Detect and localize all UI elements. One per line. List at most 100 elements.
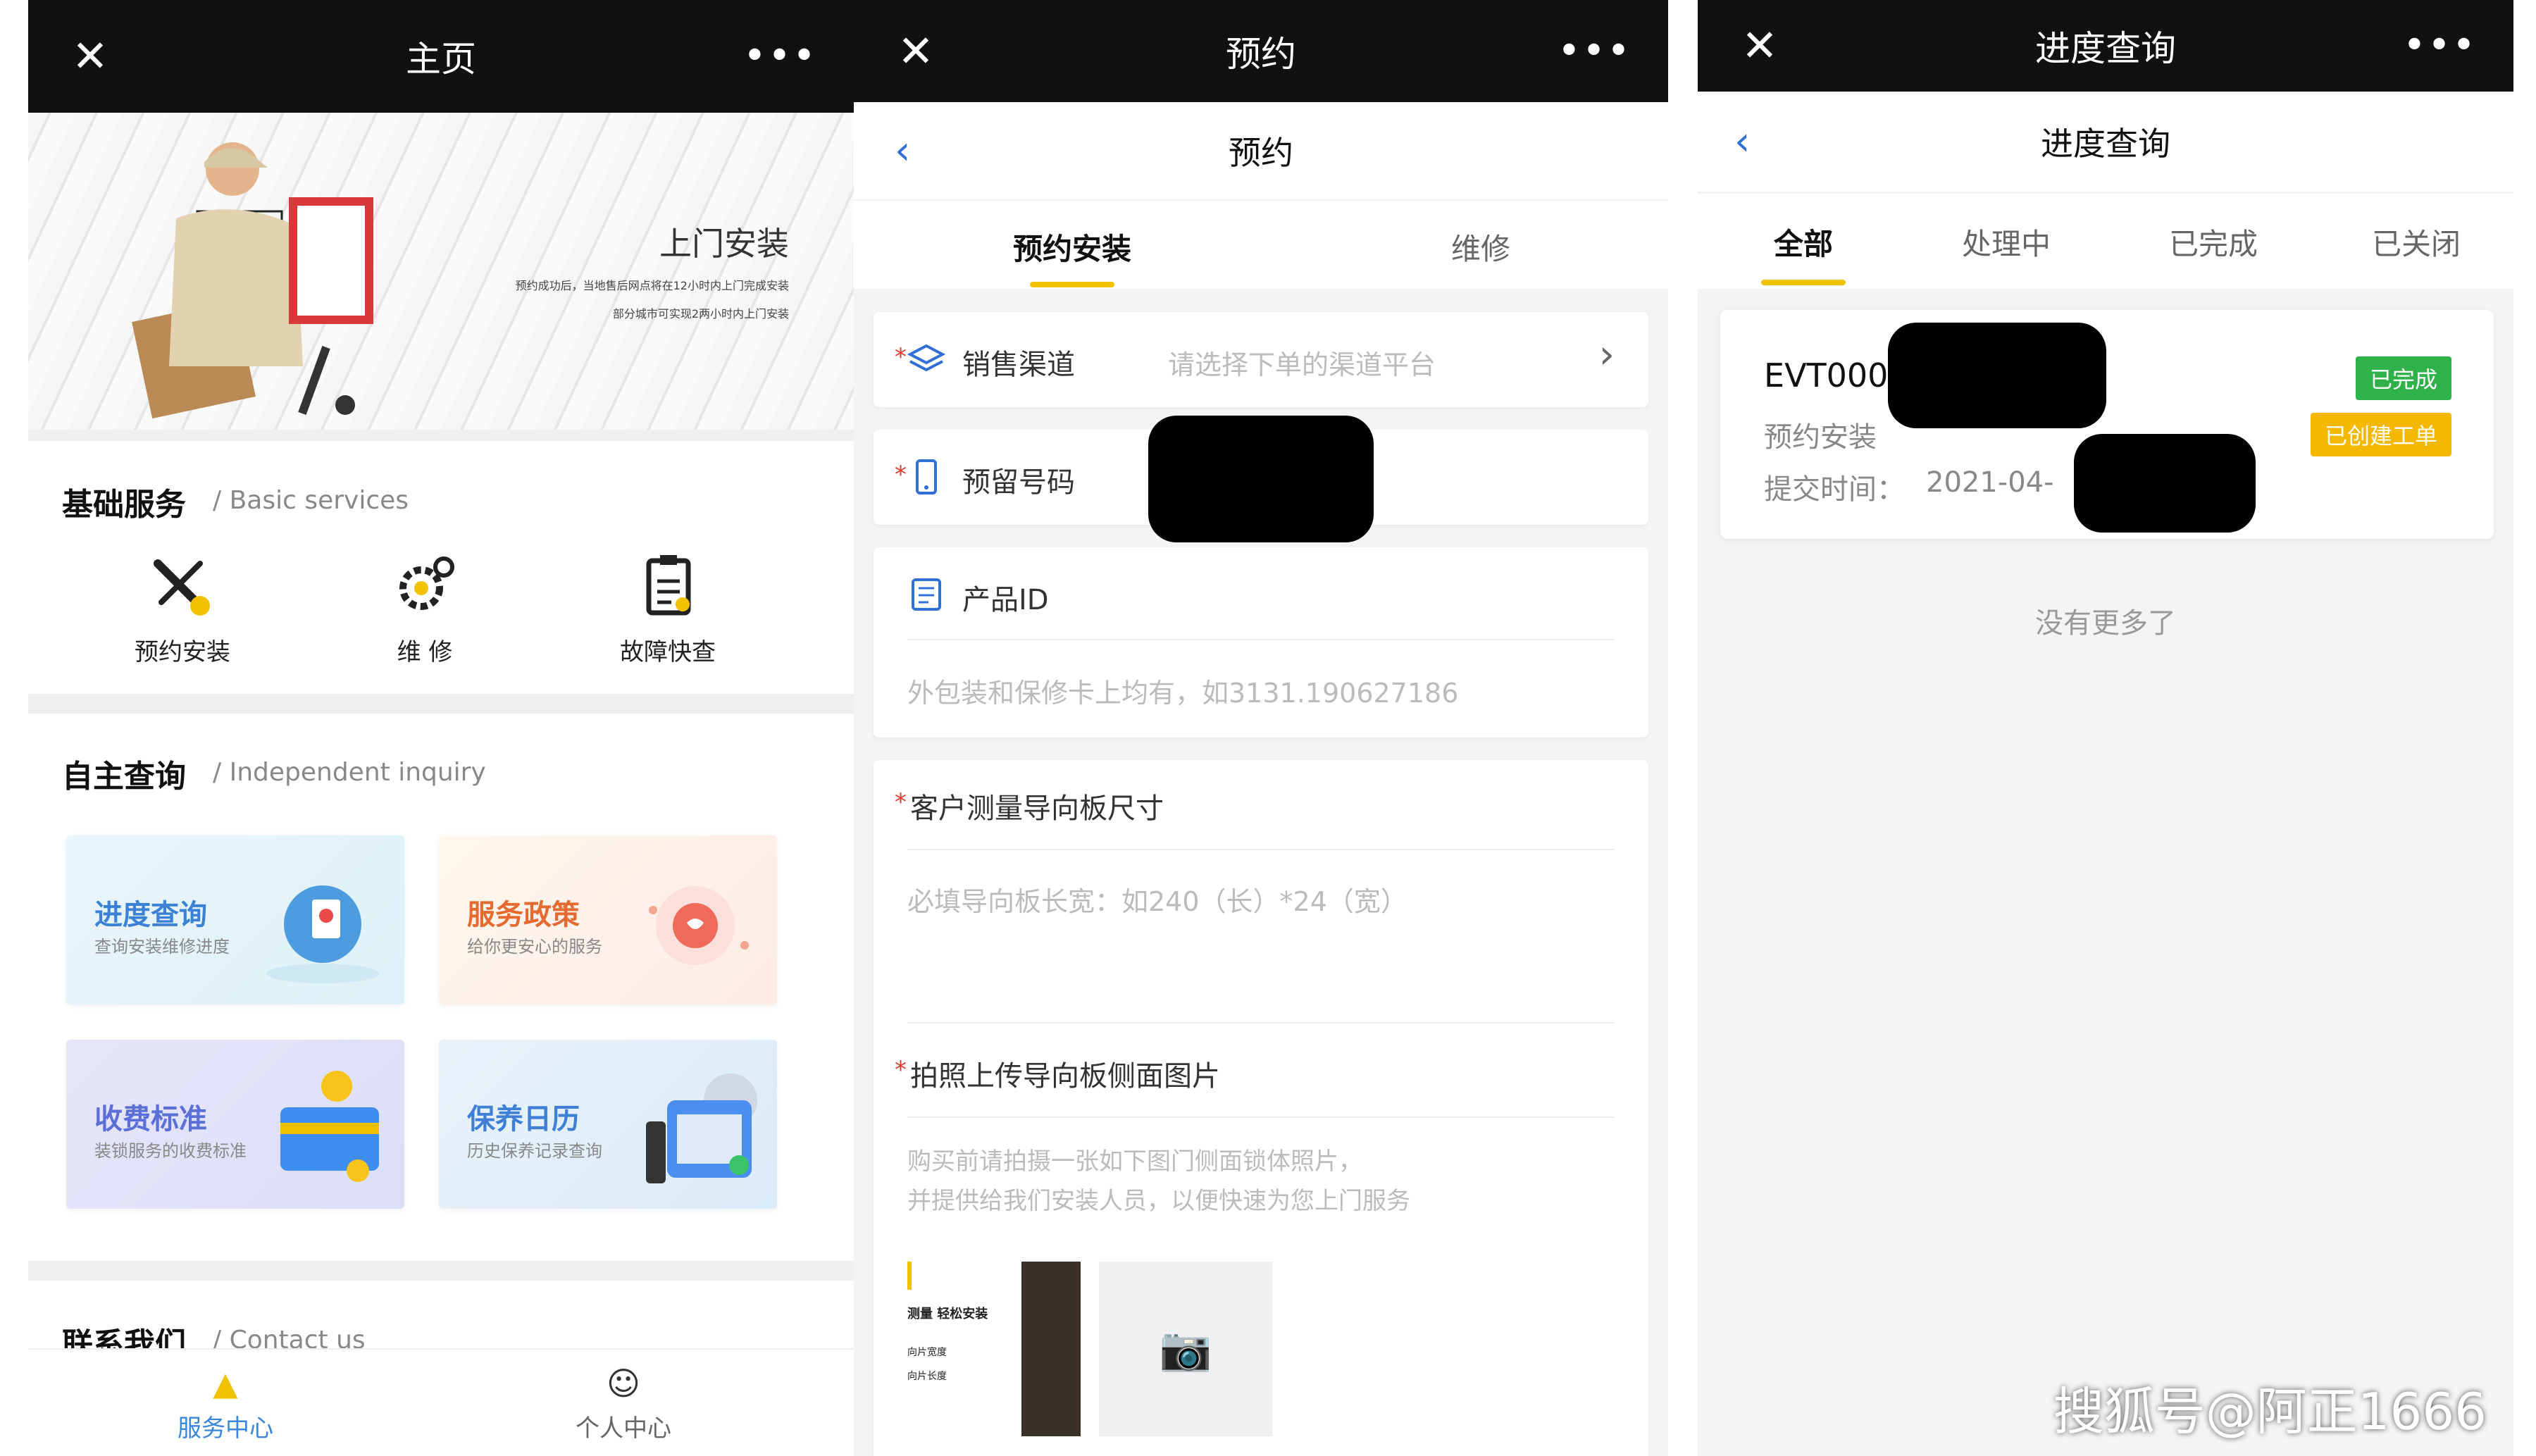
camera-icon: 📷	[1159, 1324, 1212, 1374]
upload-photo-button[interactable]: 📷	[1099, 1262, 1272, 1436]
card-title: 收费标准	[94, 1103, 207, 1135]
calendar-lock-icon	[646, 1074, 757, 1183]
card-progress[interactable]: 进度查询 查询安装维修进度	[66, 835, 404, 1004]
nav-service-center[interactable]: ▲ 服务中心	[120, 1364, 331, 1443]
separator	[907, 849, 1615, 850]
nav-label: 服务中心	[178, 1414, 273, 1443]
sample-text: 向片宽度	[907, 1347, 947, 1358]
no-more-text: 没有更多了	[2035, 607, 2176, 640]
card-policy[interactable]: 服务政策 给你更安心的服务	[439, 835, 777, 1004]
gear-icon	[399, 556, 454, 610]
redacted-area	[1888, 323, 2106, 428]
clipboard-icon	[646, 555, 691, 616]
product-id-field[interactable]: 产品ID 外包装和保修卡上均有，如3131.190627186	[874, 547, 1648, 738]
warning-triangle-icon: ▲	[213, 1364, 238, 1402]
channel-placeholder: 请选择下单的渠道平台	[1168, 349, 1436, 380]
hero-line: 部分城市可实现2两小时内上门安装	[612, 307, 789, 321]
hero-title: 上门安装	[659, 225, 789, 263]
service-repair[interactable]: 维 修	[340, 549, 509, 667]
tab-label: 维修	[1450, 232, 1510, 266]
required-mark: *	[895, 343, 907, 371]
nav-personal-center[interactable]: ☺ 个人中心	[518, 1364, 729, 1443]
field-label: 预留号码	[962, 466, 1075, 499]
bottom-nav: ▲ 服务中心 ☺ 个人中心	[28, 1348, 854, 1456]
top-bar: ✕ 进度查询 •••	[1698, 0, 2513, 92]
door-lock-image	[1021, 1262, 1081, 1436]
section-subtitle: / Basic services	[213, 486, 409, 515]
tab-repair[interactable]: 维修	[1375, 201, 1586, 289]
tab-bar: 全部 处理中 已完成 已关闭	[1698, 194, 2513, 289]
photo-hint: 并提供给我们安装人员，以便快速为您上门服务	[907, 1187, 1410, 1215]
required-mark: *	[895, 461, 907, 489]
separator	[907, 639, 1615, 640]
card-fees[interactable]: 收费标准 装锁服务的收费标准	[66, 1040, 404, 1209]
redacted-area	[1148, 416, 1374, 542]
more-icon[interactable]: •••	[743, 37, 817, 76]
more-icon[interactable]: •••	[2403, 26, 2477, 66]
layers-icon	[907, 344, 945, 372]
card-desc: 装锁服务的收费标准	[94, 1141, 247, 1161]
more-icon[interactable]: •••	[1558, 31, 1631, 71]
card-title: 服务政策	[467, 899, 580, 931]
field-label: 客户测量导向板尺寸	[910, 792, 1164, 825]
page-title: 预约	[1226, 33, 1296, 75]
status-badge: 已创建工单	[2310, 413, 2451, 456]
tab-install[interactable]: 预约安装	[966, 201, 1178, 289]
tab-label: 已关闭	[2371, 227, 2461, 261]
tab-closed[interactable]: 已关闭	[2332, 194, 2501, 289]
nav-bar: ‹ 进度查询	[1698, 92, 2513, 192]
section-title: 基础服务	[62, 487, 186, 523]
home-panel: ✕ 主页 ••• 上门安装 预约成功后，当地售后网点将在12小时内上门完成安装 …	[28, 0, 854, 1456]
card-desc: 历史保养记录查询	[467, 1141, 602, 1161]
tab-label: 已完成	[2168, 227, 2258, 261]
card-desc: 给你更安心的服务	[467, 937, 602, 957]
product-id-input[interactable]: 外包装和保修卡上均有，如3131.190627186	[907, 671, 1458, 710]
phone-icon	[916, 459, 937, 494]
service-diagnosis[interactable]: 故障快查	[583, 549, 752, 667]
page-title: 进度查询	[2035, 28, 2176, 69]
sample-text: 向片长度	[907, 1371, 947, 1382]
divider	[28, 1261, 854, 1281]
required-mark: *	[895, 788, 907, 816]
top-bar: ✕ 主页 •••	[28, 0, 854, 113]
service-label: 预约安装	[135, 638, 230, 666]
order-time: 2021-04-	[1926, 466, 2054, 499]
card-title: 保养日历	[467, 1103, 580, 1135]
tab-underline	[1761, 280, 1846, 285]
required-mark: *	[895, 1056, 907, 1084]
card-maintenance[interactable]: 保养日历 历史保养记录查询	[439, 1040, 777, 1209]
hero-line: 预约成功后，当地售后网点将在12小时内上门完成安装	[515, 279, 789, 292]
service-install[interactable]: 预约安装	[98, 549, 267, 667]
phone-field[interactable]: * 预留号码	[874, 416, 1648, 542]
card-title: 进度查询	[94, 899, 207, 931]
separator	[907, 1116, 1615, 1118]
order-id: EVT000	[1764, 356, 1889, 394]
order-type: 预约安装	[1764, 421, 1877, 454]
order-card[interactable]: EVT000 预约安装 提交时间： 2021-04- 已完成 已创建工单	[1720, 310, 2494, 539]
tab-processing[interactable]: 处理中	[1922, 194, 2091, 289]
card-desc: 查询安装维修进度	[94, 937, 230, 957]
booking-panel: ✕ 预约 ••• ‹ 预约 预约安装 维修 * 销售渠道 请选择下单的渠道平台 …	[854, 0, 1668, 1456]
heart-chat-icon	[649, 886, 749, 965]
top-bar: ✕ 预约 •••	[854, 0, 1668, 102]
wallet-icon	[280, 1071, 379, 1182]
wrench-screwdriver-icon	[154, 559, 210, 616]
channel-field[interactable]: * 销售渠道 请选择下单的渠道平台 ›	[874, 312, 1648, 407]
watermark: 搜狐号@阿正1666	[2053, 1382, 2487, 1441]
nav-title: 预约	[1229, 134, 1293, 172]
tab-completed[interactable]: 已完成	[2129, 194, 2298, 289]
hero-banner[interactable]: 上门安装 预约成功后，当地售后网点将在12小时内上门完成安装 部分城市可实现2两…	[28, 113, 854, 430]
field-label: 拍照上传导向板侧面图片	[910, 1060, 1220, 1093]
divider	[28, 694, 854, 714]
nav-label: 个人中心	[576, 1414, 671, 1443]
tab-label: 全部	[1773, 227, 1833, 261]
sample-image: 测量 轻松安装 向片宽度 向片长度	[907, 1262, 1083, 1436]
tab-all[interactable]: 全部	[1719, 194, 1888, 289]
service-label: 故障快查	[620, 638, 716, 666]
section-subtitle: / Independent inquiry	[213, 758, 486, 787]
nav-title: 进度查询	[2041, 125, 2170, 163]
service-label: 维 修	[397, 638, 453, 666]
size-input[interactable]: 必填导向板长宽：如240（长）*24（宽）	[907, 880, 1407, 919]
tab-bar: 预约安装 维修	[854, 201, 1668, 289]
page-title: 主页	[406, 39, 476, 80]
